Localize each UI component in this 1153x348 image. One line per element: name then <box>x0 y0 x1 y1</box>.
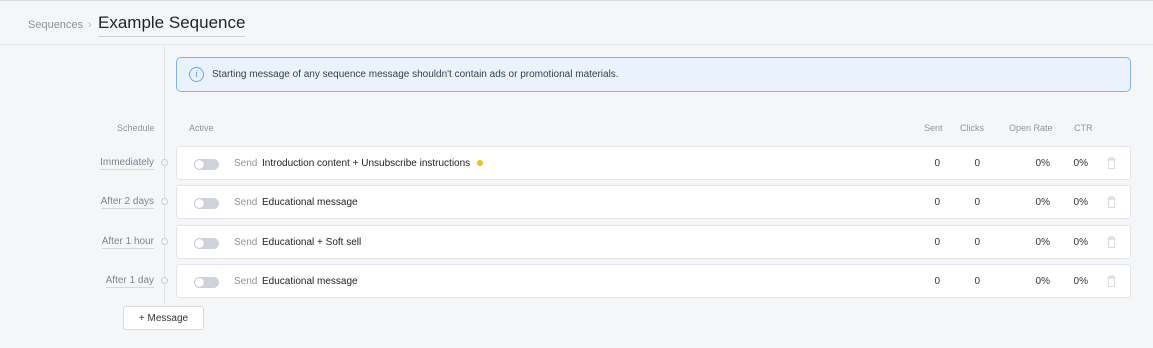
toggle-knob <box>195 199 204 208</box>
column-header-clicks: Clicks <box>960 123 984 133</box>
sequence-editor: Sequences › Example Sequence i Starting … <box>0 0 1153 348</box>
column-header-ctr: CTR <box>1074 123 1093 133</box>
trash-icon[interactable] <box>1107 236 1116 248</box>
send-label: Send <box>234 196 258 208</box>
toggle-knob <box>195 239 204 248</box>
message-name[interactable]: Introduction content + Unsubscribe instr… <box>262 158 484 169</box>
message-name-text[interactable]: Educational message <box>262 197 358 208</box>
sent-count: 0 <box>934 275 940 287</box>
ctr-value: 0% <box>1073 196 1088 208</box>
open-rate-value: 0% <box>1035 275 1050 287</box>
send-label: Send <box>234 157 258 169</box>
message-row[interactable]: Send Educational message 0 0 0% 0% <box>176 264 1131 298</box>
message-name-text[interactable]: Introduction content + Unsubscribe instr… <box>262 158 470 169</box>
open-rate-value: 0% <box>1035 236 1050 248</box>
schedule-delay-link[interactable]: After 1 day <box>105 275 154 288</box>
schedule-delay-link[interactable]: After 2 days <box>100 196 154 209</box>
sent-count: 0 <box>934 236 940 248</box>
open-rate-value: 0% <box>1035 196 1050 208</box>
column-header-active: Active <box>189 123 214 133</box>
column-header-schedule: Schedule <box>117 123 155 133</box>
timeline-dot <box>161 277 168 284</box>
timeline-dot <box>161 198 168 205</box>
message-name[interactable]: Educational + Soft sell <box>262 237 361 248</box>
info-banner-text: Starting message of any sequence message… <box>212 69 619 80</box>
message-name-text[interactable]: Educational message <box>262 276 358 287</box>
ctr-value: 0% <box>1073 275 1088 287</box>
status-dot <box>477 160 484 166</box>
schedule-delay-link[interactable]: Immediately <box>100 157 154 170</box>
page-header: Sequences › Example Sequence <box>0 1 1153 45</box>
toggle-knob <box>195 160 204 169</box>
message-name[interactable]: Educational message <box>262 197 358 208</box>
active-toggle[interactable] <box>194 277 219 288</box>
ctr-value: 0% <box>1073 236 1088 248</box>
schedule-delay-link[interactable]: After 1 hour <box>101 236 154 249</box>
sent-count: 0 <box>934 157 940 169</box>
clicks-count: 0 <box>974 196 980 208</box>
timeline-dot <box>161 238 168 245</box>
chevron-right-icon: › <box>88 19 92 31</box>
clicks-count: 0 <box>974 157 980 169</box>
info-banner: i Starting message of any sequence messa… <box>176 57 1131 92</box>
toggle-knob <box>195 278 204 287</box>
ctr-value: 0% <box>1073 157 1088 169</box>
add-message-button[interactable]: + Message <box>123 306 204 330</box>
breadcrumb-sequences-link[interactable]: Sequences <box>28 19 83 31</box>
timeline-dot <box>161 159 168 166</box>
message-row[interactable]: Send Introduction content + Unsubscribe … <box>176 146 1131 180</box>
sequence-title-input[interactable]: Example Sequence <box>98 13 246 37</box>
send-label: Send <box>234 236 258 248</box>
clicks-count: 0 <box>974 236 980 248</box>
trash-icon[interactable] <box>1107 157 1116 169</box>
active-toggle[interactable] <box>194 198 219 209</box>
message-row[interactable]: Send Educational message 0 0 0% 0% <box>176 185 1131 219</box>
trash-icon[interactable] <box>1107 275 1116 287</box>
breadcrumb: Sequences › <box>28 19 92 31</box>
active-toggle[interactable] <box>194 159 219 170</box>
column-header-open-rate: Open Rate <box>1009 123 1053 133</box>
send-label: Send <box>234 275 258 287</box>
sent-count: 0 <box>934 196 940 208</box>
column-header-sent: Sent <box>924 123 943 133</box>
clicks-count: 0 <box>974 275 980 287</box>
info-icon: i <box>189 67 204 82</box>
message-name[interactable]: Educational message <box>262 276 358 287</box>
active-toggle[interactable] <box>194 238 219 249</box>
timeline-line <box>164 45 165 305</box>
message-name-text[interactable]: Educational + Soft sell <box>262 237 361 248</box>
open-rate-value: 0% <box>1035 157 1050 169</box>
message-row[interactable]: Send Educational + Soft sell 0 0 0% 0% <box>176 225 1131 259</box>
trash-icon[interactable] <box>1107 196 1116 208</box>
